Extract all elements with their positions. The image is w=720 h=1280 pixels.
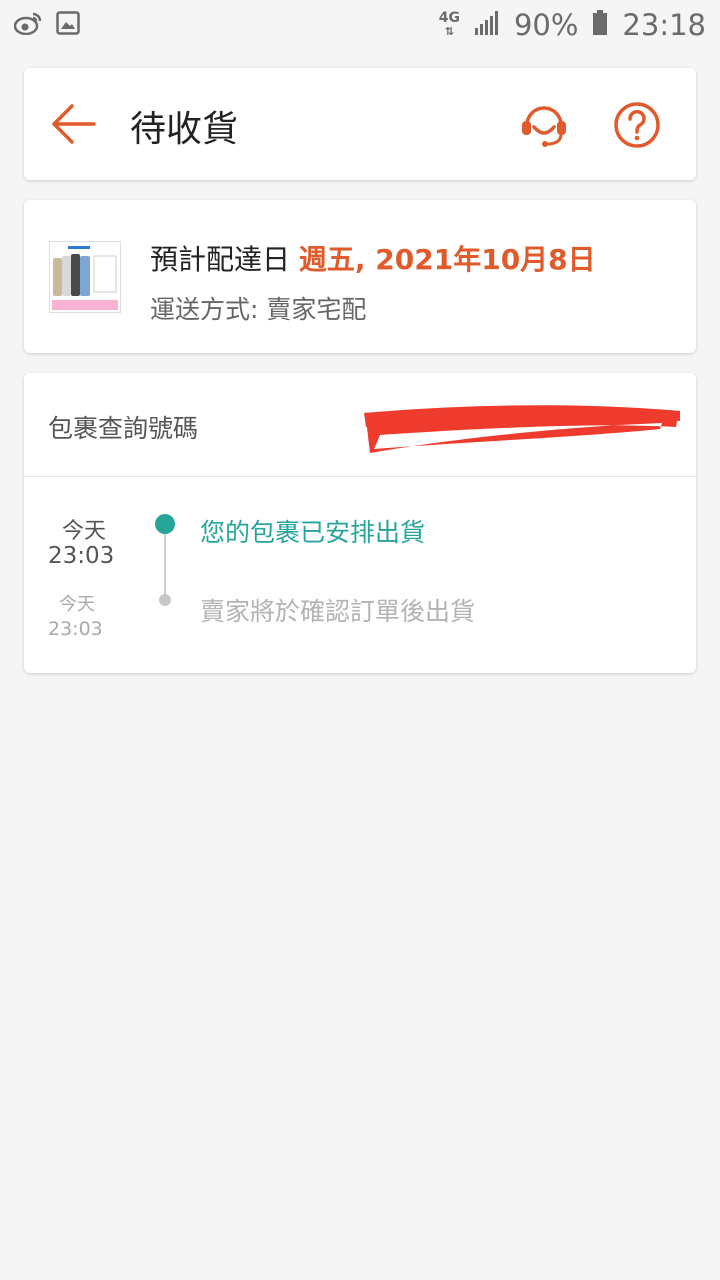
- battery-icon: [592, 10, 608, 40]
- shipping-method: 運送方式: 賣家宅配: [150, 295, 367, 324]
- tracking-card: 包裹查詢號碼 今天 23:03 今天 23:03 您的包裹已安排出貨 賣家將於確…: [24, 373, 696, 673]
- help-button[interactable]: [613, 101, 661, 149]
- network-type: 4G: [438, 10, 460, 26]
- page-title: 待收貨: [130, 109, 239, 150]
- event-description: 您的包裹已安排出貨: [200, 518, 426, 547]
- redaction-scribble: [364, 405, 680, 453]
- event-time: 23:03: [48, 543, 115, 569]
- question-circle-icon: [614, 102, 660, 148]
- status-left: [13, 11, 80, 39]
- network-indicator: 4G ⇅: [439, 11, 460, 39]
- estimate-date: 週五, 2021年10月8日: [298, 243, 596, 276]
- event-day: 今天: [62, 519, 107, 544]
- event-description: 賣家將於確認訂單後出貨: [200, 597, 476, 626]
- clock: 23:18: [622, 8, 706, 42]
- arrow-left-icon: [52, 104, 96, 144]
- back-button[interactable]: [50, 103, 96, 145]
- tracking-number-row[interactable]: 包裹查詢號碼: [24, 373, 696, 477]
- status-right: 4G ⇅ 90% 23:18: [439, 8, 706, 42]
- image-icon: [56, 11, 80, 39]
- product-thumbnail: [49, 241, 121, 313]
- customer-support-button[interactable]: [519, 101, 569, 149]
- timeline-dot-inactive: [159, 594, 171, 606]
- estimated-delivery: 預計配達日 週五, 2021年10月8日: [150, 238, 596, 278]
- weibo-icon: [13, 11, 42, 39]
- event-time: 23:03: [48, 618, 103, 640]
- timeline-connector: [164, 533, 166, 601]
- header-card: 待收貨: [24, 68, 696, 180]
- battery-percent: 90%: [513, 8, 579, 42]
- delivery-card[interactable]: 預計配達日 週五, 2021年10月8日 運送方式: 賣家宅配: [24, 200, 696, 353]
- headset-icon: [522, 106, 566, 147]
- signal-icon: [474, 10, 500, 40]
- estimate-label: 預計配達日: [150, 243, 299, 276]
- data-arrows-icon: ⇅: [444, 25, 454, 38]
- timeline-dot-active: [155, 514, 175, 534]
- tracking-number-label: 包裹查詢號碼: [48, 414, 199, 443]
- event-day: 今天: [59, 594, 95, 615]
- status-bar: 4G ⇅ 90% 23:18: [0, 0, 720, 50]
